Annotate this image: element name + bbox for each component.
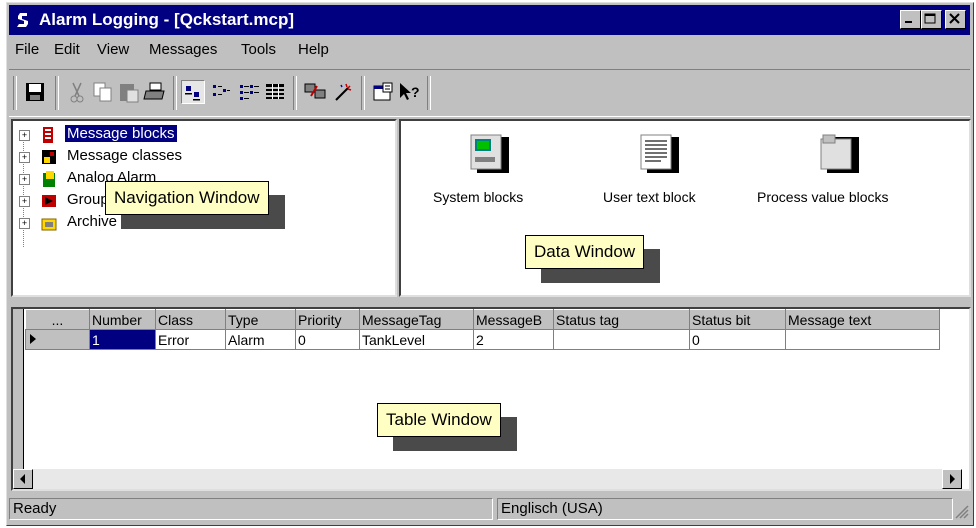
process-value-blocks-icon[interactable] — [813, 133, 861, 177]
cell-priority[interactable]: 0 — [295, 329, 360, 350]
window-title: Alarm Logging - [Qckstart.mcp] — [39, 10, 295, 29]
menu-help[interactable]: Help — [298, 41, 329, 58]
scroll-left-button[interactable] — [13, 469, 33, 489]
svg-text:?: ? — [411, 84, 420, 100]
expand-icon[interactable]: + — [19, 218, 30, 229]
menu-messages[interactable]: Messages — [149, 41, 217, 58]
column-header-message-text[interactable]: Message text — [785, 309, 940, 330]
table-row[interactable]: 1 Error Alarm 0 TankLevel 2 0 — [25, 329, 940, 350]
cell-status-bit[interactable]: 0 — [689, 329, 786, 350]
analog-alarm-icon — [43, 171, 55, 187]
large-icons-button[interactable] — [181, 80, 205, 104]
column-header-messagetag[interactable]: MessageTag — [359, 309, 474, 330]
status-language: Englisch (USA) — [497, 498, 953, 520]
save-icon[interactable] — [23, 80, 47, 104]
data-item-label: User text block — [603, 189, 696, 205]
details-icon[interactable] — [263, 80, 287, 104]
menu-view[interactable]: View — [97, 41, 129, 58]
table-header-row: ... Number Class Type Priority MessageTa… — [25, 309, 940, 330]
archive-configuration-icon — [41, 218, 57, 231]
column-header-status-bit[interactable]: Status bit — [689, 309, 786, 330]
toolbar: ? — [9, 69, 970, 117]
print-icon[interactable] — [143, 80, 167, 104]
navigation-window-callout: Navigation Window — [105, 181, 269, 215]
toolbar-separator — [293, 76, 297, 110]
expand-icon[interactable]: + — [19, 196, 30, 207]
resize-grip-icon[interactable] — [955, 505, 969, 519]
menu-bar: File Edit View Messages Tools Help — [9, 37, 970, 63]
title-bar: Alarm Logging - [Qckstart.mcp] — [9, 5, 970, 35]
expand-icon[interactable]: + — [19, 152, 30, 163]
expand-icon[interactable]: + — [19, 174, 30, 185]
status-text: Ready — [9, 498, 493, 520]
column-header-priority[interactable]: Priority — [295, 309, 360, 330]
data-window-callout: Data Window — [525, 235, 645, 269]
toolbar-separator — [13, 76, 17, 110]
menu-file[interactable]: File — [15, 41, 39, 58]
cell-message-text[interactable] — [785, 329, 940, 350]
column-header-select[interactable]: ... — [25, 309, 90, 330]
arrow-left-icon — [20, 474, 25, 484]
row-selector[interactable] — [25, 329, 90, 350]
toolbar-separator — [361, 76, 365, 110]
toolbar-separator — [173, 76, 177, 110]
column-header-messageb[interactable]: MessageB — [473, 309, 554, 330]
cell-status-tag[interactable] — [553, 329, 690, 350]
cell-type[interactable]: Alarm — [225, 329, 296, 350]
maximize-button[interactable] — [921, 10, 942, 29]
wizard-icon[interactable] — [331, 80, 355, 104]
small-icons-icon[interactable] — [209, 80, 233, 104]
data-window: System blocks User text block Process va… — [399, 119, 971, 297]
toolbar-separator — [55, 76, 59, 110]
minimize-icon — [905, 21, 912, 23]
app-icon — [17, 13, 28, 27]
tree-label: Archive Configuration — [67, 213, 211, 230]
table-window-callout: Table Window — [377, 403, 501, 437]
message-classes-icon — [42, 150, 56, 164]
message-table: ... Number Class Type Priority MessageTa… — [25, 309, 940, 350]
maximize-icon — [924, 13, 936, 24]
minimize-button[interactable] — [900, 10, 921, 29]
data-item-label: Process value blocks — [757, 189, 889, 205]
cell-messageb[interactable]: 2 — [473, 329, 554, 350]
user-text-block-icon[interactable] — [633, 133, 681, 177]
close-button[interactable] — [945, 10, 966, 29]
navigation-window: + Message blocks + Message classes + Ana… — [11, 119, 397, 297]
tree-label: Message classes — [67, 147, 183, 164]
column-header-class[interactable]: Class — [155, 309, 226, 330]
status-bar: Ready Englisch (USA) — [9, 497, 970, 523]
cell-messagetag[interactable]: TankLevel — [359, 329, 474, 350]
large-icons-icon — [185, 86, 200, 101]
column-header-number[interactable]: Number — [89, 309, 156, 330]
close-icon — [949, 13, 960, 24]
menu-edit[interactable]: Edit — [54, 41, 80, 58]
arrow-right-icon — [950, 474, 955, 484]
data-item-label: System blocks — [433, 189, 524, 205]
import-icon[interactable] — [303, 80, 327, 104]
paste-icon[interactable] — [117, 80, 141, 104]
column-header-type[interactable]: Type — [225, 309, 296, 330]
help-icon[interactable]: ? — [397, 80, 421, 104]
cut-icon[interactable] — [65, 80, 89, 104]
menu-tools[interactable]: Tools — [241, 41, 276, 58]
current-row-icon — [30, 333, 36, 344]
group-messages-icon — [42, 195, 56, 207]
table-left-border — [13, 309, 24, 469]
app-window: Alarm Logging - [Qckstart.mcp] File Edit… — [6, 2, 974, 526]
tree-label: Message blocks — [65, 125, 177, 142]
cell-number[interactable]: 1 — [89, 329, 156, 350]
system-blocks-icon[interactable] — [463, 133, 511, 177]
table-window: ... Number Class Type Priority MessageTa… — [11, 307, 971, 491]
list-icon[interactable] — [237, 80, 261, 104]
copy-icon[interactable] — [91, 80, 115, 104]
properties-icon[interactable] — [371, 80, 395, 104]
scroll-right-button[interactable] — [942, 469, 962, 489]
column-header-status-tag[interactable]: Status tag — [553, 309, 690, 330]
expand-icon[interactable]: + — [19, 130, 30, 141]
cell-class[interactable]: Error — [155, 329, 226, 350]
toolbar-separator — [427, 76, 431, 110]
horizontal-scrollbar[interactable] — [13, 469, 962, 489]
message-blocks-icon — [43, 127, 53, 143]
